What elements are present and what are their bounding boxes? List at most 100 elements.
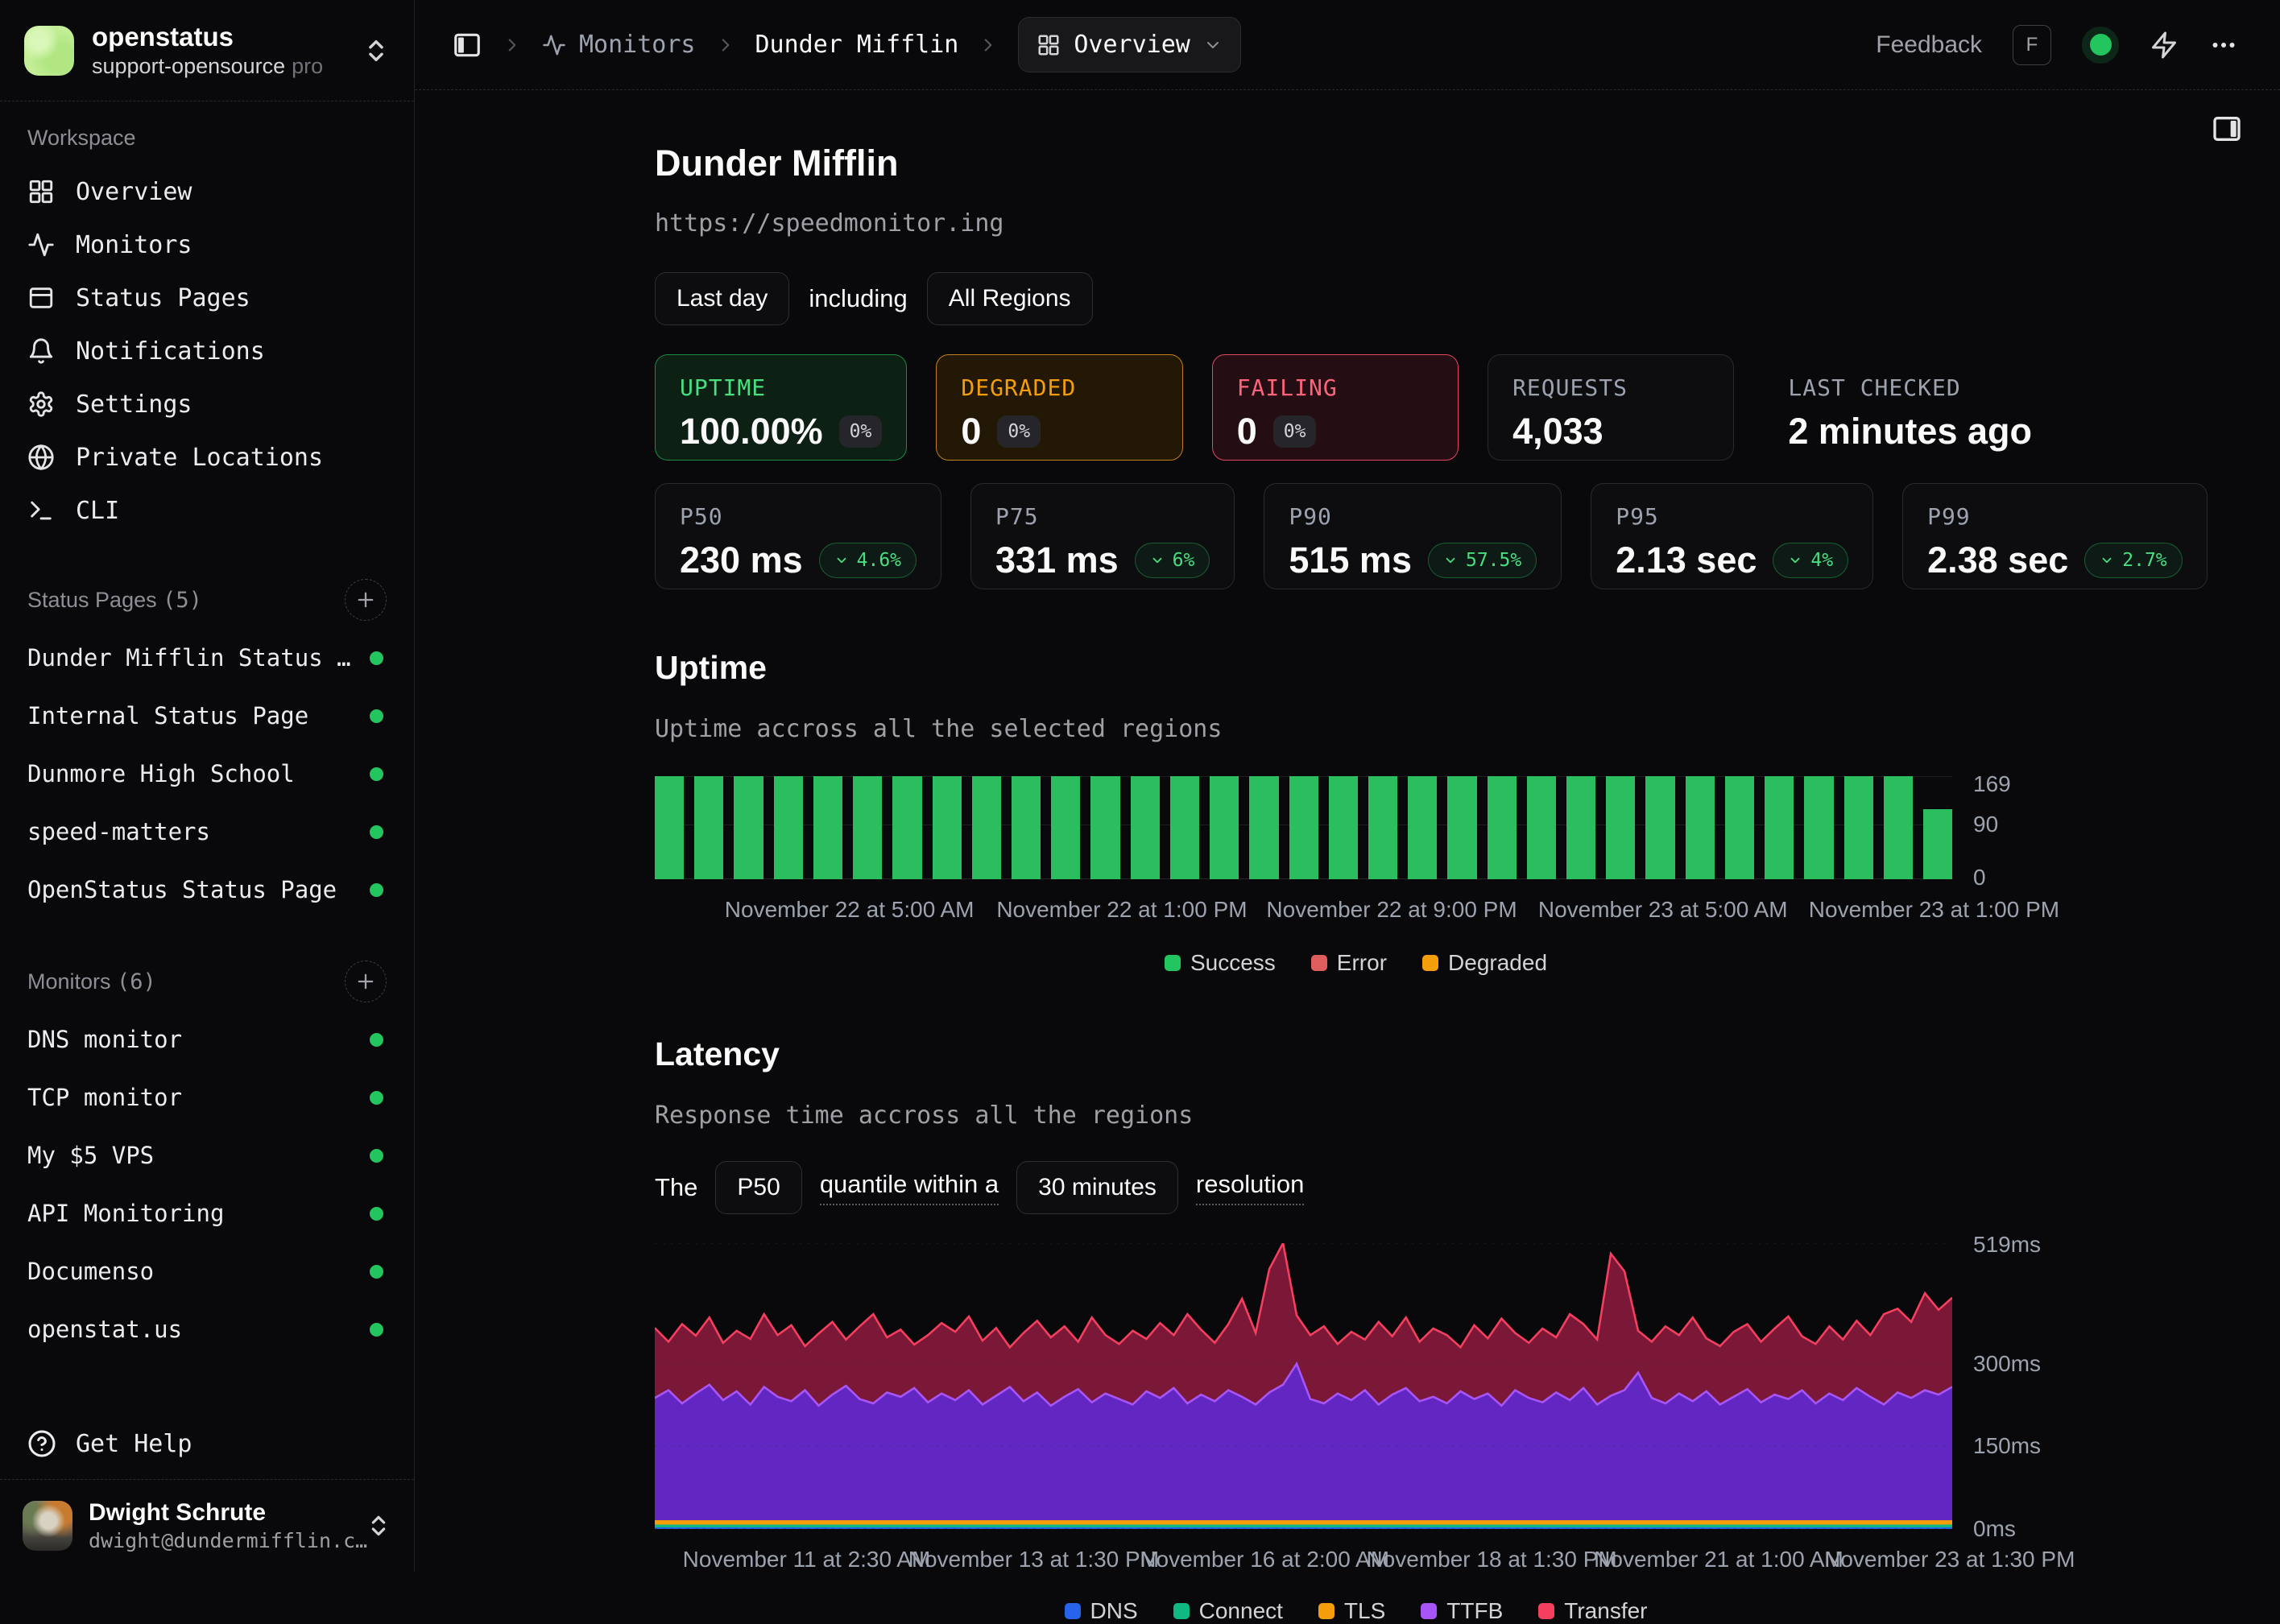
p90-card: P90 515 ms57.5%	[1264, 483, 1562, 589]
trend-value: 57.5%	[1466, 550, 1521, 571]
grid-icon	[1037, 33, 1061, 57]
y-tick: 300ms	[1973, 1353, 2041, 1375]
breadcrumb-monitors-label: Monitors	[579, 31, 696, 59]
trend-badge: 4%	[1773, 543, 1848, 578]
topbar-actions: Feedback F	[1876, 25, 2238, 65]
monitor-item[interactable]: API Monitoring	[24, 1184, 390, 1242]
quantile-selector-button[interactable]: P50	[715, 1161, 801, 1214]
regions-filter-button[interactable]: All Regions	[927, 272, 1093, 325]
sidebar-item-status-pages[interactable]: Status Pages	[24, 271, 390, 324]
legend-item-degraded[interactable]: Degraded	[1422, 950, 1547, 976]
status-dot	[370, 1207, 383, 1221]
uptime-plot	[655, 776, 1952, 879]
panel-right-toggle[interactable]	[2211, 113, 2243, 145]
monitor-item[interactable]: openstat.us	[24, 1300, 390, 1358]
sidebar-nav: Workspace Overview Monitors Status Pages…	[0, 101, 414, 1358]
resolution-word[interactable]: resolution	[1196, 1170, 1304, 1205]
page-content: Dunder Mifflin https://speedmonitor.ing …	[655, 90, 2057, 1624]
uptime-bars[interactable]	[655, 776, 1952, 879]
sidebar-item-monitors[interactable]: Monitors	[24, 218, 390, 271]
sidebar-item-cli[interactable]: CLI	[24, 484, 390, 537]
view-selector-button[interactable]: Overview	[1018, 17, 1241, 72]
x-tick: November 13 at 1:30 PM	[908, 1547, 1159, 1572]
add-monitor-button[interactable]	[345, 961, 387, 1002]
breadcrumb-page-label: Dunder Mifflin	[755, 31, 959, 59]
add-status-page-button[interactable]	[345, 579, 387, 621]
feedback-button[interactable]: Feedback	[1876, 31, 1982, 59]
sidebar-item-settings[interactable]: Settings	[24, 378, 390, 431]
stat-value: 0	[1237, 411, 1257, 452]
system-status-indicator[interactable]	[2082, 27, 2119, 64]
status-dot	[370, 1033, 383, 1047]
legend-swatch	[1173, 1603, 1190, 1619]
stat-badge: 0%	[997, 415, 1041, 448]
breadcrumb-monitors[interactable]: Monitors	[542, 31, 696, 59]
percentile-label: P75	[995, 503, 1210, 530]
uptime-section-subtitle: Uptime accross all the selected regions	[655, 715, 2057, 744]
zap-icon[interactable]	[2150, 31, 2179, 60]
filters-joiner: including	[809, 284, 907, 313]
degraded-stat-card: DEGRADED 0 0%	[936, 354, 1182, 461]
status-page-item[interactable]: speed-matters	[24, 803, 390, 861]
monitor-item[interactable]: DNS monitor	[24, 1010, 390, 1068]
uptime-legend: Success Error Degraded	[655, 950, 2057, 976]
legend-item-tls[interactable]: TLS	[1318, 1598, 1385, 1624]
legend-swatch	[1538, 1603, 1554, 1619]
sidebar-item-private-locations[interactable]: Private Locations	[24, 431, 390, 484]
legend-label: TLS	[1344, 1598, 1385, 1624]
legend-swatch	[1065, 1603, 1081, 1619]
period-filter-button[interactable]: Last day	[655, 272, 789, 325]
latency-section-subtitle: Response time accross all the regions	[655, 1101, 2057, 1130]
latency-controls: The P50 quantile within a 30 minutes res…	[655, 1161, 2057, 1214]
panel-top-icon	[27, 284, 55, 312]
stat-value: 0	[961, 411, 981, 452]
percentile-value: 2.38 sec	[1927, 539, 2068, 581]
sidebar-item-label: Overview	[76, 178, 192, 206]
legend-item-error[interactable]: Error	[1311, 950, 1387, 976]
monitors-count: (6)	[117, 969, 156, 994]
org-switcher[interactable]: openstatus support-opensourcepro	[0, 0, 414, 101]
status-page-item[interactable]: OpenStatus Status Page	[24, 861, 390, 919]
latency-section-title: Latency	[655, 1034, 2057, 1074]
monitors-title: Monitors (6)	[27, 969, 156, 994]
panel-left-icon[interactable]	[452, 30, 482, 60]
main-area: Monitors Dunder Mifflin Overview Feedbac…	[415, 0, 2280, 1572]
get-help-label: Get Help	[76, 1430, 192, 1458]
status-page-item[interactable]: Dunmore High School	[24, 745, 390, 803]
status-page-item[interactable]: Internal Status Page	[24, 687, 390, 745]
sidebar-item-label: Private Locations	[76, 444, 323, 472]
legend-item-transfer[interactable]: Transfer	[1538, 1598, 1647, 1624]
sidebar-item-overview[interactable]: Overview	[24, 165, 390, 218]
sidebar-item-label: Notifications	[76, 337, 265, 366]
chevron-right-icon	[502, 35, 523, 56]
percentile-value: 515 ms	[1289, 539, 1412, 581]
monitor-item[interactable]: Documenso	[24, 1242, 390, 1300]
resolution-selector-button[interactable]: 30 minutes	[1016, 1161, 1178, 1214]
breadcrumb-page[interactable]: Dunder Mifflin	[755, 31, 959, 59]
sidebar-item-notifications[interactable]: Notifications	[24, 324, 390, 378]
monitor-item[interactable]: My $5 VPS	[24, 1126, 390, 1184]
breadcrumb: Monitors Dunder Mifflin Overview	[452, 17, 1241, 72]
status-page-item[interactable]: Dunder Mifflin Status …	[24, 629, 390, 687]
get-help-button[interactable]: Get Help	[0, 1408, 414, 1479]
legend-item-connect[interactable]: Connect	[1173, 1598, 1283, 1624]
legend-swatch	[1421, 1603, 1437, 1619]
legend-item-dns[interactable]: DNS	[1065, 1598, 1138, 1624]
more-options-button[interactable]	[2209, 31, 2238, 60]
quantile-word[interactable]: quantile within a	[820, 1170, 999, 1205]
x-tick: November 23 at 1:30 PM	[1824, 1547, 2075, 1572]
monitor-label: TCP monitor	[27, 1084, 182, 1111]
chevron-down-icon	[1443, 553, 1458, 568]
monitor-label: openstat.us	[27, 1316, 182, 1343]
monitor-item[interactable]: TCP monitor	[24, 1068, 390, 1126]
status-dot	[370, 1091, 383, 1105]
user-menu[interactable]: Dwight Schrute dwight@dundermifflin.c…	[0, 1479, 414, 1572]
latency-y-axis: 519ms 300ms 150ms 0ms	[1973, 1243, 2086, 1576]
percentile-value: 230 ms	[680, 539, 803, 581]
chevrons-up-down-icon	[366, 1513, 391, 1539]
stat-label: DEGRADED	[961, 374, 1157, 401]
legend-item-success[interactable]: Success	[1165, 950, 1276, 976]
legend-item-ttfb[interactable]: TTFB	[1421, 1598, 1503, 1624]
latency-plot[interactable]	[655, 1243, 1952, 1529]
uptime-stat-card: UPTIME 100.00%0%	[655, 354, 907, 461]
